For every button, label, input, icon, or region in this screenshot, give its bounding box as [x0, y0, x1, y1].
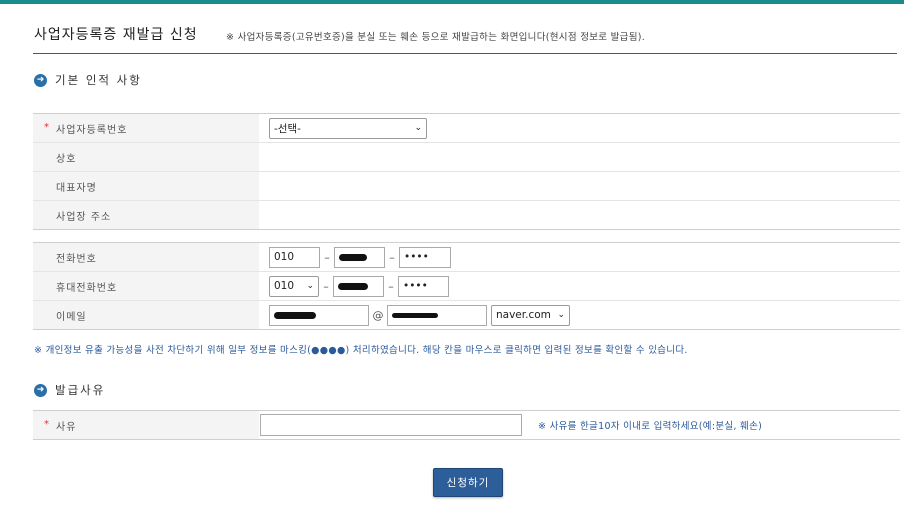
phone-first-input[interactable]: 010	[269, 246, 320, 268]
row-biz-no: * 사업자등록번호 -선택- ⌄	[33, 114, 900, 143]
rep-label: 대표자명	[56, 182, 97, 194]
section-basic-header: ➜ 기본 인적 사항	[34, 72, 142, 88]
email-label: 이메일	[56, 311, 87, 323]
row-representative: 대표자명	[33, 172, 900, 201]
addr-label: 사업장 주소	[56, 211, 112, 223]
row-mobile: 휴대전화번호 010 ⌄ – – ••••	[33, 272, 900, 301]
phone-value-cell: 010 – – ••••	[259, 243, 900, 271]
reason-value-cell: ※ 사유를 한글10자 이내로 입력하세요(예:분실, 훼손)	[259, 411, 900, 439]
row-phone: 전화번호 010 – – ••••	[33, 243, 900, 272]
biz-no-label: 사업자등록번호	[56, 124, 128, 136]
biz-no-select[interactable]: -선택- ⌄	[269, 117, 427, 139]
section-basic-label: 기본 인적 사항	[55, 73, 142, 87]
mobile-first-select[interactable]: 010 ⌄	[269, 275, 319, 297]
row-reason: * 사유 ※ 사유를 한글10자 이내로 입력하세요(예:분실, 훼손)	[33, 411, 900, 440]
biz-no-value-cell: -선택- ⌄	[259, 114, 900, 142]
rep-label-cell: 대표자명	[33, 172, 259, 200]
mobile-last-input[interactable]: ••••	[398, 275, 449, 297]
email-id-input-masked[interactable]	[269, 304, 369, 326]
mobile-label-cell: 휴대전화번호	[33, 272, 259, 300]
section-reason-label: 발급사유	[55, 383, 106, 397]
masked-value	[339, 253, 367, 261]
email-domain-select[interactable]: naver.com ⌄	[491, 304, 570, 326]
contact-table: 전화번호 010 – – •••• 휴대전화번호 010 ⌄ – – ••••	[33, 242, 900, 330]
biz-no-select-value: -선택-	[274, 122, 301, 135]
masked-value	[338, 282, 368, 290]
required-mark: *	[44, 419, 50, 430]
top-accent-bar	[0, 0, 904, 4]
reason-input[interactable]	[260, 414, 522, 436]
phone-last-input[interactable]: ••••	[399, 246, 451, 268]
mobile-middle-input-masked[interactable]	[333, 275, 384, 297]
reason-label-cell: * 사유	[33, 411, 259, 439]
company-label-cell: 상호	[33, 143, 259, 171]
email-domain-value: naver.com	[496, 309, 551, 321]
arrow-right-circle-icon: ➜	[34, 73, 47, 87]
row-company: 상호	[33, 143, 900, 172]
company-label: 상호	[56, 153, 77, 165]
row-address: 사업장 주소	[33, 201, 900, 230]
dash-separator: –	[323, 279, 329, 293]
mobile-label: 휴대전화번호	[56, 282, 118, 294]
email-value-cell: @ naver.com ⌄	[259, 301, 900, 329]
addr-label-cell: 사업장 주소	[33, 201, 259, 229]
basic-info-table: * 사업자등록번호 -선택- ⌄ 상호 대표자명 사업장 주소	[33, 113, 900, 230]
phone-label-cell: 전화번호	[33, 243, 259, 271]
page-description: ※ 사업자등록증(고유번호증)을 분실 또는 훼손 등으로 재발급하는 화면입니…	[226, 32, 646, 43]
arrow-right-circle-icon: ➜	[34, 383, 47, 397]
title-divider	[33, 53, 897, 54]
addr-value-cell	[259, 201, 900, 229]
biz-no-label-cell: * 사업자등록번호	[33, 114, 259, 142]
page-title: 사업자등록증 재발급 신청	[34, 27, 198, 43]
dash-separator: –	[389, 250, 395, 264]
dash-separator: –	[324, 250, 330, 264]
chevron-down-icon: ⌄	[306, 281, 314, 291]
chevron-down-icon: ⌄	[414, 123, 422, 133]
chevron-down-icon: ⌄	[557, 310, 565, 320]
row-email: 이메일 @ naver.com ⌄	[33, 301, 900, 330]
at-sign: @	[372, 308, 384, 322]
section-reason-header: ➜ 발급사유	[34, 382, 105, 398]
dash-separator: –	[388, 279, 394, 293]
email-label-cell: 이메일	[33, 301, 259, 329]
submit-button[interactable]: 신청하기	[433, 468, 503, 497]
masked-value	[274, 311, 316, 319]
reason-table: * 사유 ※ 사유를 한글10자 이내로 입력하세요(예:분실, 훼손)	[33, 410, 900, 440]
required-mark: *	[44, 122, 50, 133]
company-value-cell	[259, 143, 900, 171]
masked-value	[392, 312, 438, 318]
phone-middle-input-masked[interactable]	[334, 246, 385, 268]
email-domain-input-masked[interactable]	[387, 304, 487, 326]
mobile-first-value: 010	[274, 280, 295, 292]
phone-label: 전화번호	[56, 253, 97, 265]
masking-notice: ※ 개인정보 유출 가능성을 사전 차단하기 위해 일부 정보를 마스킹(●●●…	[34, 345, 688, 356]
rep-value-cell	[259, 172, 900, 200]
reason-label: 사유	[56, 421, 77, 433]
reason-hint: ※ 사유를 한글10자 이내로 입력하세요(예:분실, 훼손)	[538, 421, 763, 432]
mobile-value-cell: 010 ⌄ – – ••••	[259, 272, 900, 300]
